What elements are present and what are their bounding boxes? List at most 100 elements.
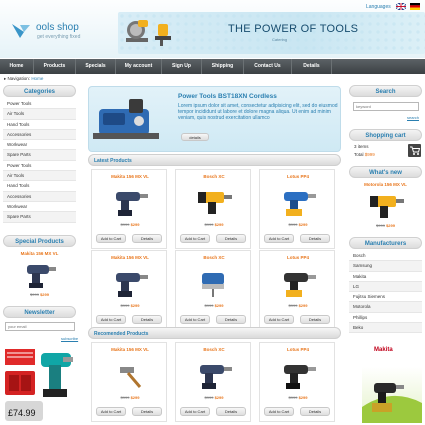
add-to-cart-button[interactable]: Add to Cart xyxy=(180,315,210,324)
nav-sign-up[interactable]: Sign Up xyxy=(162,59,202,74)
featured-tool-image[interactable] xyxy=(93,95,163,147)
newsletter-email-input[interactable] xyxy=(5,322,75,331)
nav-specials[interactable]: Specials xyxy=(76,59,116,74)
product-name[interactable]: Lotus PP4 xyxy=(260,347,336,352)
drill-image[interactable] xyxy=(110,267,150,299)
ad-banner[interactable]: £74.99 xyxy=(3,345,76,423)
whats-new-box: What's new Motorola 156 MX VL $999 $299 xyxy=(349,166,422,228)
nav-details[interactable]: Details xyxy=(292,59,332,74)
new-price: $299 xyxy=(386,223,395,228)
hammer-image[interactable] xyxy=(110,359,150,391)
details-button[interactable]: Details xyxy=(216,234,246,243)
hammer-drill-image[interactable] xyxy=(366,190,406,222)
category-item[interactable]: Hand Tools xyxy=(3,181,76,192)
details-button[interactable]: Details xyxy=(132,315,162,324)
category-item[interactable]: Spare Parts xyxy=(3,150,76,161)
makita-ad-banner[interactable]: Makita xyxy=(362,343,422,423)
category-item[interactable]: Power Tools xyxy=(3,161,76,172)
manufacturer-item[interactable]: Bosch xyxy=(349,251,422,262)
add-to-cart-button[interactable]: Add to Cart xyxy=(180,234,210,243)
product-name[interactable]: Makita 156 MX VL xyxy=(92,255,168,260)
manufacturer-item[interactable]: Fujitsu Siemens xyxy=(349,292,422,303)
cart-icon[interactable] xyxy=(408,144,421,157)
featured-details-button[interactable]: details xyxy=(181,133,209,141)
nav-home[interactable]: Home xyxy=(0,59,34,74)
main-nav: Home Products Specials My account Sign U… xyxy=(0,59,425,74)
jigsaw-image[interactable] xyxy=(194,267,234,299)
special-product-name[interactable]: Makita 156 MX VL xyxy=(3,251,76,256)
details-button[interactable]: Details xyxy=(132,234,162,243)
cordless-drill-image[interactable] xyxy=(278,186,318,218)
add-to-cart-button[interactable]: Add to Cart xyxy=(96,407,126,416)
category-item[interactable]: Air Tools xyxy=(3,109,76,120)
nav-shipping[interactable]: Shipping xyxy=(202,59,244,74)
uk-flag-icon[interactable] xyxy=(395,2,407,11)
cordless-drill-image[interactable] xyxy=(278,267,318,299)
add-to-cart-button[interactable]: Add to Cart xyxy=(96,315,126,324)
category-item[interactable]: Workwear xyxy=(3,140,76,151)
category-item[interactable]: Accessories xyxy=(3,191,76,202)
add-to-cart-button[interactable]: Add to Cart xyxy=(96,234,126,243)
details-button[interactable]: Details xyxy=(216,407,246,416)
manufacturer-item[interactable]: Phillips xyxy=(349,313,422,324)
details-button[interactable]: Details xyxy=(216,315,246,324)
category-item[interactable]: Power Tools xyxy=(3,99,76,110)
product-name[interactable]: Makita 156 MX VL xyxy=(92,174,168,179)
drill-image[interactable] xyxy=(110,186,150,218)
product-name[interactable]: Lotus PP4 xyxy=(260,255,336,260)
manufacturer-item[interactable]: LG xyxy=(349,281,422,293)
logo-title[interactable]: ools shop xyxy=(36,22,79,33)
nav-contact-us[interactable]: Contact Us xyxy=(244,59,292,74)
drill-image[interactable] xyxy=(278,359,318,391)
add-to-cart-button[interactable]: Add to Cart xyxy=(264,234,294,243)
breadcrumb-home-link[interactable]: Home xyxy=(31,76,43,81)
cart-total: Total $999 xyxy=(354,152,375,157)
search-input[interactable] xyxy=(353,102,419,111)
nav-products[interactable]: Products xyxy=(34,59,76,74)
whats-new-product-name[interactable]: Motorola 156 MX VL xyxy=(349,182,422,187)
new-price: $299 xyxy=(298,303,308,308)
de-flag-icon[interactable] xyxy=(410,3,420,10)
manufacturer-item[interactable]: Samsung xyxy=(349,261,422,272)
manufacturer-item[interactable]: Makita xyxy=(349,272,422,282)
product-name[interactable]: Makita 156 MX VL xyxy=(92,347,168,352)
category-item[interactable]: Air Tools xyxy=(3,171,76,182)
drill-image[interactable] xyxy=(194,359,234,391)
manufacturer-item[interactable]: Beko xyxy=(349,323,422,334)
details-button[interactable]: Details xyxy=(300,407,330,416)
drill-image[interactable] xyxy=(23,259,57,289)
newsletter-box: Newsletter subscribe xyxy=(3,306,78,341)
subscribe-link[interactable]: subscribe xyxy=(61,336,78,341)
product-price: $999 $299 xyxy=(92,395,168,400)
breadcrumb-arrow-icon: ▸ xyxy=(4,76,7,81)
add-to-cart-button[interactable]: Add to Cart xyxy=(180,407,210,416)
old-price: $999 xyxy=(120,303,130,308)
makita-ad-brand: Makita xyxy=(374,347,393,353)
category-item[interactable]: Spare Parts xyxy=(3,212,76,223)
featured-title[interactable]: Power Tools BST18XN Cordless xyxy=(178,93,277,100)
details-button[interactable]: Details xyxy=(300,234,330,243)
search-link[interactable]: search xyxy=(407,115,419,120)
details-button[interactable]: Details xyxy=(132,407,162,416)
hammer-drill-image[interactable] xyxy=(194,186,234,218)
manufacturer-item[interactable]: Motorola xyxy=(349,302,422,313)
category-item[interactable]: Hand Tools xyxy=(3,120,76,130)
category-item[interactable]: Accessories xyxy=(3,129,76,141)
details-button[interactable]: Details xyxy=(300,315,330,324)
logo-icon[interactable] xyxy=(10,22,34,40)
old-price: $999 xyxy=(120,395,130,400)
add-to-cart-button[interactable]: Add to Cart xyxy=(264,407,294,416)
add-to-cart-button[interactable]: Add to Cart xyxy=(264,315,294,324)
nav-my-account[interactable]: My account xyxy=(116,59,162,74)
product-price: $999 $299 xyxy=(260,395,336,400)
product-name[interactable]: Lotus PP4 xyxy=(260,174,336,179)
product-name[interactable]: Bosch XC xyxy=(176,347,252,352)
banner-title: THE POWER OF TOOLS xyxy=(228,23,359,35)
product-name[interactable]: Bosch XC xyxy=(176,255,252,260)
new-price: $299 xyxy=(214,222,224,227)
featured-text: Lorem ipsum dolor sit amet, consectetur … xyxy=(178,103,338,121)
whats-new-title: What's new xyxy=(349,166,422,178)
product-name[interactable]: Bosch XC xyxy=(176,174,252,179)
new-price: $299 xyxy=(40,292,49,297)
category-item[interactable]: Workwear xyxy=(3,202,76,213)
